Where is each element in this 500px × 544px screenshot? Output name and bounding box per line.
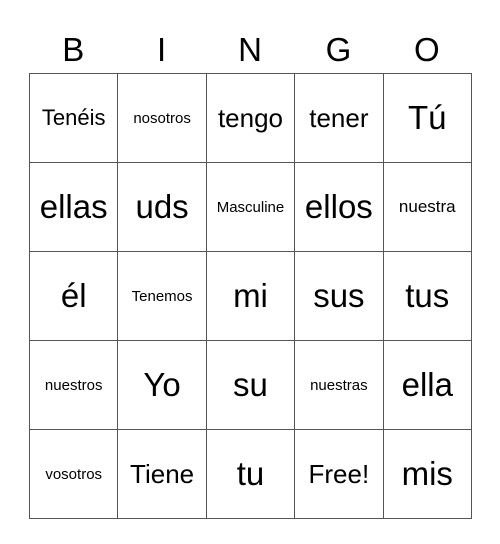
header-letter-n: N: [238, 31, 262, 68]
bingo-cell[interactable]: mis: [382, 429, 473, 519]
bingo-cell[interactable]: mi: [205, 251, 296, 341]
header-letter-i: I: [157, 31, 167, 68]
header-letter-o: O: [413, 31, 440, 68]
bingo-cell[interactable]: Tú: [382, 73, 473, 163]
bingo-cell[interactable]: uds: [117, 162, 207, 252]
bingo-row: vosotros Tiene tu Free! mis: [28, 429, 473, 519]
bingo-cell[interactable]: nosotros: [117, 73, 207, 163]
bingo-cell[interactable]: él: [28, 251, 119, 341]
bingo-cell[interactable]: su: [205, 340, 296, 430]
bingo-cell[interactable]: sus: [294, 251, 384, 341]
bingo-cell[interactable]: tus: [382, 251, 473, 341]
header-letter-g: G: [325, 31, 352, 68]
bingo-cell[interactable]: Yo: [117, 340, 207, 430]
bingo-cell[interactable]: tengo: [205, 73, 296, 163]
bingo-cell[interactable]: Tiene: [117, 429, 207, 519]
bingo-cell[interactable]: nuestras: [294, 340, 384, 430]
bingo-cell[interactable]: ellas: [28, 162, 119, 252]
free-cell[interactable]: Free!: [294, 429, 384, 519]
bingo-cell[interactable]: Masculine: [205, 162, 296, 252]
bingo-cell[interactable]: vosotros: [28, 429, 119, 519]
bingo-header: B I N G O: [29, 28, 471, 72]
bingo-row: nuestros Yo su nuestras ella: [28, 340, 473, 430]
bingo-cell[interactable]: ella: [382, 340, 473, 430]
bingo-cell[interactable]: Tenemos: [117, 251, 207, 341]
bingo-cell[interactable]: ellos: [294, 162, 384, 252]
bingo-row: ellas uds Masculine ellos nuestra: [28, 162, 473, 252]
bingo-row: él Tenemos mi sus tus: [28, 251, 473, 341]
bingo-cell[interactable]: nuestros: [28, 340, 119, 430]
bingo-cell[interactable]: tu: [205, 429, 296, 519]
bingo-card: Tenéis nosotros tengo tener Tú ellas uds…: [28, 73, 473, 519]
bingo-cell[interactable]: nuestra: [382, 162, 473, 252]
bingo-row: Tenéis nosotros tengo tener Tú: [28, 73, 473, 163]
header-letter-b: B: [62, 31, 85, 68]
bingo-cell[interactable]: Tenéis: [28, 73, 119, 163]
bingo-cell[interactable]: tener: [294, 73, 384, 163]
